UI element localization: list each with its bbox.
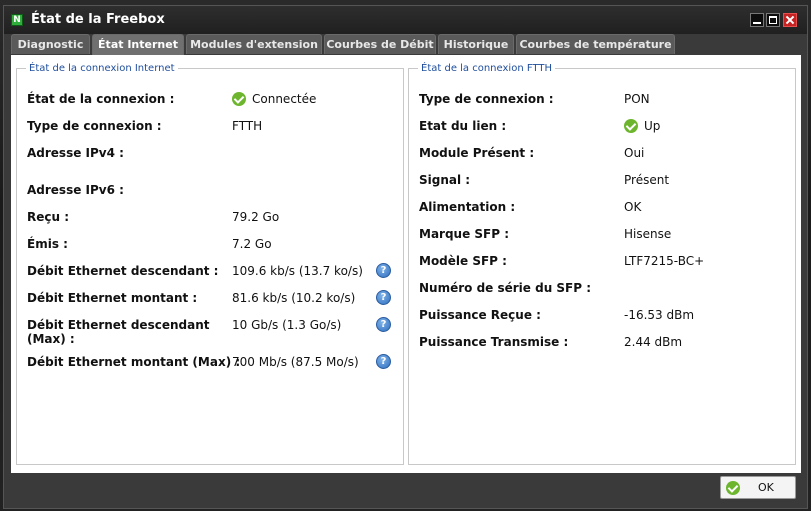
- value-link-state: Up: [624, 119, 660, 133]
- ftth-connection-panel: État de la connexion FTTH Type de connex…: [408, 63, 796, 465]
- maximize-icon: [767, 14, 779, 26]
- dialog-footer: OK: [11, 476, 801, 502]
- tab-diagnostic[interactable]: Diagnostic: [11, 34, 90, 54]
- label-ethernet-down-max-line1: Débit Ethernet descendant: [27, 318, 210, 332]
- close-button[interactable]: [783, 13, 797, 27]
- maximize-button[interactable]: [766, 13, 780, 27]
- value-ethernet-up: 81.6 kb/s (10.2 ko/s): [232, 291, 356, 305]
- value-power-supply: OK: [624, 200, 642, 214]
- minimize-button[interactable]: [750, 13, 764, 27]
- value-module-present: Oui: [624, 146, 645, 160]
- tab-etat-internet[interactable]: État Internet: [92, 34, 184, 55]
- check-circle-icon: [624, 119, 638, 133]
- label-sfp-serial: Numéro de série du SFP :: [419, 281, 592, 295]
- help-icon[interactable]: ?: [376, 354, 391, 369]
- internet-panel-legend: État de la connexion Internet: [29, 63, 175, 74]
- label-connection-type: Type de connexion :: [27, 119, 162, 133]
- label-sfp-model: Modèle SFP :: [419, 254, 507, 268]
- title-bar[interactable]: N État de la Freebox: [4, 6, 807, 34]
- value-sent: 7.2 Go: [232, 237, 272, 251]
- label-sfp-brand: Marque SFP :: [419, 227, 510, 241]
- value-connection-state: Connectée: [232, 92, 316, 106]
- label-signal: Signal :: [419, 173, 471, 187]
- tab-modules-extension[interactable]: Modules d'extension: [186, 34, 322, 54]
- label-rx-power: Puissance Reçue :: [419, 308, 541, 322]
- connection-state-text: Connectée: [252, 92, 317, 106]
- minimize-icon: [751, 14, 763, 26]
- tab-historique[interactable]: Historique: [438, 34, 514, 54]
- label-received: Reçu :: [27, 210, 70, 224]
- freebox-status-window: N État de la Freebox Diagnostic État Int…: [3, 5, 808, 509]
- value-connection-type: FTTH: [232, 119, 263, 133]
- label-power-supply: Alimentation :: [419, 200, 516, 214]
- check-circle-icon: [232, 92, 246, 106]
- label-ethernet-down-max-line2: (Max) :: [27, 332, 75, 346]
- value-ftth-type: PON: [624, 92, 650, 106]
- label-link-state: Etat du lien :: [419, 119, 507, 133]
- label-ftth-type: Type de connexion :: [419, 92, 554, 106]
- window-title: État de la Freebox: [31, 12, 165, 27]
- help-icon[interactable]: ?: [376, 290, 391, 305]
- label-ipv6: Adresse IPv6 :: [27, 183, 124, 197]
- link-state-text: Up: [644, 119, 661, 133]
- tab-courbes-debit[interactable]: Courbes de Débit: [324, 34, 436, 54]
- close-icon: [784, 14, 796, 26]
- ok-button[interactable]: OK: [720, 476, 796, 499]
- value-rx-power: -16.53 dBm: [624, 308, 695, 322]
- ftth-panel-legend: État de la connexion FTTH: [421, 63, 552, 74]
- label-connection-state: État de la connexion :: [27, 92, 175, 106]
- label-ethernet-up: Débit Ethernet montant :: [27, 291, 198, 305]
- value-received: 79.2 Go: [232, 210, 280, 224]
- value-ethernet-down-max: 10 Gb/s (1.3 Go/s): [232, 318, 342, 332]
- value-tx-power: 2.44 dBm: [624, 335, 683, 349]
- value-signal: Présent: [624, 173, 670, 187]
- tab-content: État de la connexion Internet État de la…: [11, 55, 801, 473]
- value-ethernet-up-max: 700 Mb/s (87.5 Mo/s): [232, 355, 359, 369]
- internet-connection-panel: État de la connexion Internet État de la…: [16, 63, 404, 465]
- help-icon[interactable]: ?: [376, 263, 391, 278]
- label-module-present: Module Présent :: [419, 146, 535, 160]
- label-tx-power: Puissance Transmise :: [419, 335, 569, 349]
- label-ethernet-up-max: Débit Ethernet montant (Max) :: [27, 355, 241, 369]
- ok-button-label: OK: [758, 481, 774, 494]
- value-sfp-brand: Hisense: [624, 227, 672, 241]
- tab-courbes-temperature[interactable]: Courbes de température: [516, 34, 675, 54]
- check-circle-icon: [726, 481, 740, 495]
- help-icon[interactable]: ?: [376, 317, 391, 332]
- value-sfp-model: LTF7215-BC+: [624, 254, 705, 268]
- value-ethernet-down: 109.6 kb/s (13.7 ko/s): [232, 264, 363, 278]
- label-ipv4: Adresse IPv4 :: [27, 146, 124, 160]
- label-ethernet-down-max: Débit Ethernet descendant (Max) :: [27, 318, 209, 346]
- freebox-icon: N: [11, 14, 23, 26]
- label-sent: Émis :: [27, 237, 68, 251]
- label-ethernet-down: Débit Ethernet descendant :: [27, 264, 219, 278]
